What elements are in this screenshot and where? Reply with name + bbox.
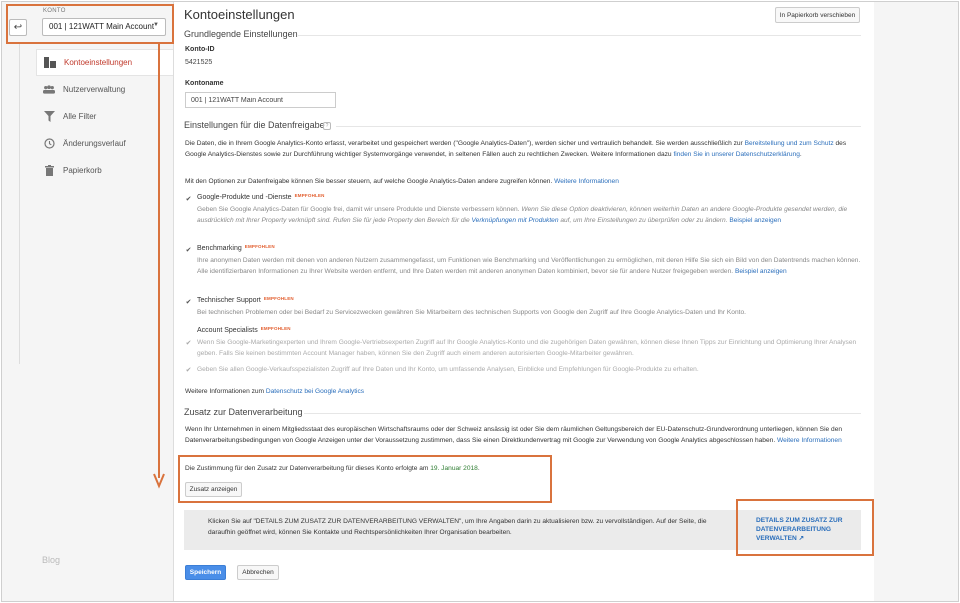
divider <box>336 126 861 127</box>
back-button[interactable]: ↩ <box>9 19 27 36</box>
option-description: Wenn Sie Google-Marketingexperten und Ih… <box>197 339 857 357</box>
external-link-icon: ↗ <box>798 535 805 542</box>
help-icon[interactable]: ? <box>323 122 331 130</box>
addendum-heading: Zusatz zur Datenverarbeitung <box>184 407 303 417</box>
checkbox-account-specialists[interactable]: ✔ <box>185 339 192 347</box>
konto-label: KONTO <box>43 8 66 14</box>
recommended-badge: EMPFOHLEN <box>263 296 294 301</box>
back-arrow-icon: ↩ <box>13 22 23 33</box>
checkbox-technical-support[interactable]: ✔ <box>185 298 192 306</box>
account-select-value: 001 | 121WATT Main Account <box>49 22 155 31</box>
intro-text: Die Daten, die in Ihrem Google Analytics… <box>185 140 745 147</box>
option-title: Technischer Support EMPFOHLEN <box>197 296 294 304</box>
sidebar-item-label: Papierkorb <box>63 166 102 175</box>
filter-icon <box>43 111 55 123</box>
checkbox-benchmarking[interactable]: ✔ <box>185 246 192 254</box>
building-icon <box>44 57 56 69</box>
sidebar-divider <box>19 44 20 364</box>
consent-text: Die Zustimmung für den Zusatz zur Datenv… <box>185 463 861 474</box>
users-icon <box>43 84 55 96</box>
option-description: Ihre anonymen Daten werden mit denen von… <box>197 255 861 277</box>
option-title-text: Benchmarking <box>197 245 242 252</box>
option-title: Benchmarking EMPFOHLEN <box>197 244 275 252</box>
data-sharing-heading: Einstellungen für die Datenfreigabe <box>184 120 325 130</box>
option-title: Account Specialists EMPFOHLEN <box>197 326 291 334</box>
manage-details-box: Klicken Sie auf "DETAILS ZUM ZUSATZ ZUR … <box>184 510 861 550</box>
more-info-link[interactable]: Weitere Informationen <box>554 178 619 185</box>
option-description: Bei technischen Problemen oder bei Bedar… <box>197 309 746 316</box>
privacy-more-text: Weitere Informationen zum <box>185 388 266 395</box>
recommended-badge: EMPFOHLEN <box>260 326 291 331</box>
data-sharing-intro: Die Daten, die in Ihrem Google Analytics… <box>185 138 861 160</box>
app-window: ↩ KONTO 001 | 121WATT Main Account ▼ Kon… <box>1 1 959 602</box>
annotation-arrow <box>153 44 165 489</box>
manage-details-link[interactable]: DETAILS ZUM ZUSATZ ZUR DATENVERARBEITUNG… <box>756 516 860 543</box>
checkbox-sales-specialists[interactable]: ✔ <box>185 366 192 374</box>
history-icon <box>43 138 55 150</box>
option-description: Geben Sie Google Analytics-Daten für Goo… <box>197 204 861 226</box>
trash-icon <box>43 165 55 177</box>
intro-text: . <box>799 151 802 158</box>
consent-date: 19. Januar 2018 <box>430 465 478 472</box>
sidebar-item-label: Kontoeinstellungen <box>64 58 133 67</box>
option-title-text: Google-Produkte und -Dienste <box>197 194 292 201</box>
kontoname-label: Kontoname <box>185 80 224 87</box>
manage-details-text: Klicken Sie auf "DETAILS ZUM ZUSATZ ZUR … <box>208 518 707 536</box>
privacy-analytics-link[interactable]: Datenschutz bei Google Analytics <box>266 388 364 395</box>
account-select[interactable]: 001 | 121WATT Main Account ▼ <box>42 18 166 36</box>
desc-text: Geben Sie Google Analytics-Daten für Goo… <box>197 206 522 213</box>
sidebar-item-label: Nutzerverwaltung <box>63 85 126 94</box>
example-link[interactable]: Beispiel anzeigen <box>735 268 787 275</box>
divider <box>304 413 861 414</box>
privacy-more-info: Weitere Informationen zum Datenschutz be… <box>185 386 861 397</box>
consent-body: Die Zustimmung für den Zusatz zur Datenv… <box>185 465 431 472</box>
product-links-link[interactable]: Verknüpfungen mit Produkten <box>472 217 559 224</box>
recommended-badge: EMPFOHLEN <box>294 193 325 198</box>
kontoname-input[interactable] <box>185 92 336 108</box>
option-description: Geben Sie allen Google-Verkaufsspezialis… <box>197 366 699 373</box>
save-button[interactable]: Speichern <box>185 565 226 580</box>
cancel-button[interactable]: Abbrechen <box>237 565 279 580</box>
addendum-more-link[interactable]: Weitere Informationen <box>777 437 842 444</box>
divider <box>298 35 861 36</box>
protection-link[interactable]: Bereitstellung und zum Schutz <box>745 140 834 147</box>
addendum-text: Wenn Ihr Unternehmen in einem Mitgliedss… <box>185 424 861 446</box>
show-addendum-button[interactable]: Zusatz anzeigen <box>185 482 242 497</box>
consent-body: . <box>477 465 480 472</box>
sidebar-item-label: Alle Filter <box>63 112 97 121</box>
recommended-badge: EMPFOHLEN <box>244 244 275 249</box>
caret-down-icon: ▼ <box>153 22 159 28</box>
move-to-trash-button[interactable]: In Papierkorb verschieben <box>775 7 860 23</box>
sidebar-item-label: Änderungsverlauf <box>63 139 126 148</box>
konto-id-value: 5421525 <box>185 59 213 66</box>
options-intro-text: Mit den Optionen zur Datenfreigabe könne… <box>185 178 555 185</box>
blog-watermark: Blog <box>42 555 61 565</box>
sidebar: ↩ KONTO 001 | 121WATT Main Account ▼ Kon… <box>2 2 174 601</box>
privacy-policy-link[interactable]: finden Sie in unserer Datenschutzerkläru… <box>673 151 799 158</box>
example-link[interactable]: Beispiel anzeigen <box>729 217 781 224</box>
option-title-text: Account Specialists <box>197 327 258 334</box>
addendum-body: Wenn Ihr Unternehmen in einem Mitgliedss… <box>185 426 843 444</box>
options-intro: Mit den Optionen zur Datenfreigabe könne… <box>185 176 861 187</box>
basic-settings-heading: Grundlegende Einstellungen <box>184 29 298 39</box>
option-title-text: Technischer Support <box>197 297 261 304</box>
page-title: Kontoeinstellungen <box>184 7 295 22</box>
konto-id-label: Konto-ID <box>185 46 215 53</box>
option-title: Google-Produkte und -Dienste EMPFOHLEN <box>197 193 325 201</box>
checkbox-google-products[interactable]: ✔ <box>185 195 192 203</box>
main-panel: Kontoeinstellungen In Papierkorb verschi… <box>174 2 958 601</box>
